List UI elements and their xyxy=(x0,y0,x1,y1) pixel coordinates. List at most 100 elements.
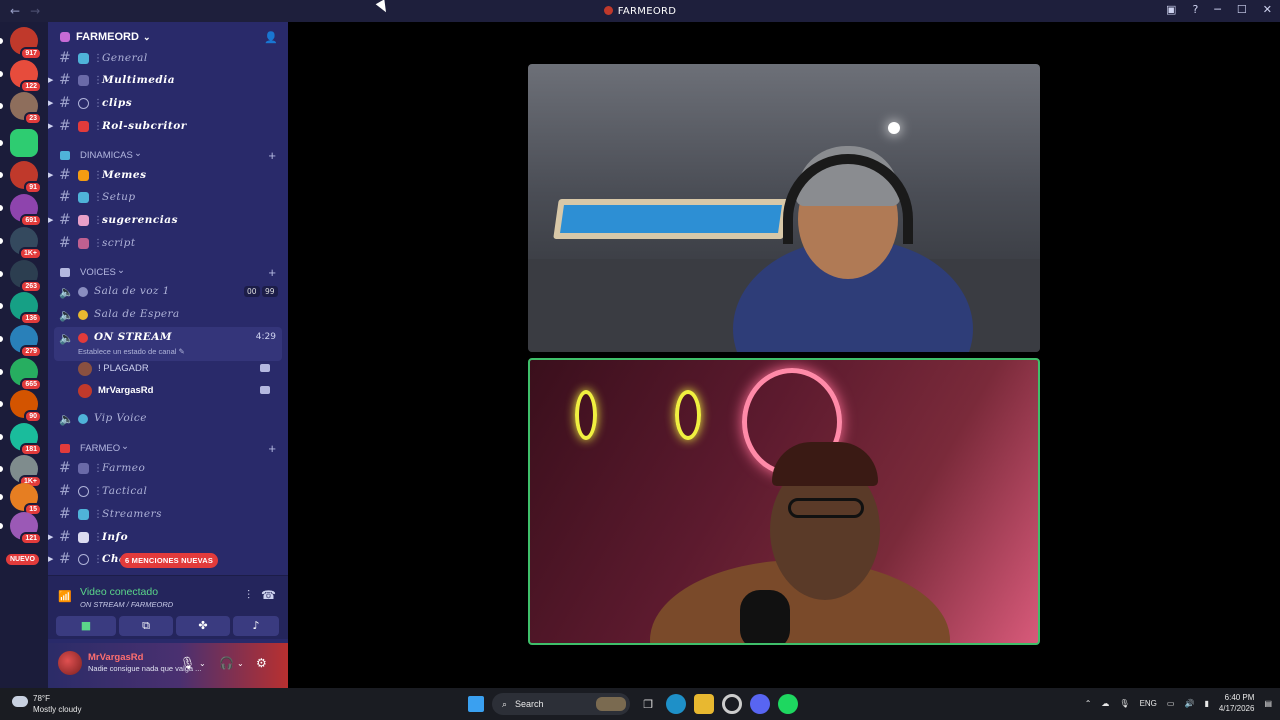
language-indicator[interactable]: ENG xyxy=(1140,699,1157,708)
channel-status-prompt[interactable]: Establece un estado de canal ✎ xyxy=(78,347,185,356)
voice-status-channel[interactable]: ON STREAM / FARMEORD xyxy=(80,600,173,609)
battery-icon[interactable]: ▮ xyxy=(1204,699,1208,708)
hashtag-icon: # xyxy=(59,460,71,476)
channel-clips[interactable]: ▶ # ⋮ clips xyxy=(48,92,288,114)
minimize-icon[interactable]: ─ xyxy=(1214,3,1221,16)
hashtag-icon: # xyxy=(59,189,71,205)
guild-icon[interactable]: 122 xyxy=(10,60,42,93)
add-channel-icon[interactable]: + xyxy=(268,148,276,163)
guild-icon[interactable]: 15 xyxy=(10,483,42,516)
windows-start-icon[interactable] xyxy=(468,696,484,712)
unread-pill xyxy=(0,172,3,178)
chevron-up-icon[interactable]: ⌃ xyxy=(1085,699,1092,708)
channel-tactical[interactable]: # ⋮ Tactical xyxy=(48,480,288,502)
volume-icon[interactable]: 🔊 xyxy=(1184,699,1194,708)
guild-icon[interactable]: 91 xyxy=(10,161,42,194)
channel-script[interactable]: # ⋮ script xyxy=(48,232,288,254)
speaker-icon: 🔈 xyxy=(59,308,74,322)
title-bar: ← → FARMEORD ▣ ? ─ ☐ ✕ xyxy=(0,0,1280,22)
guild-icon[interactable]: 279 xyxy=(10,325,42,358)
soundboard-icon: ♪ xyxy=(252,619,260,632)
add-channel-icon[interactable]: + xyxy=(268,441,276,456)
channel-name: General xyxy=(102,52,148,64)
guild-icon[interactable]: 23 xyxy=(10,92,42,125)
unread-pill xyxy=(0,466,3,472)
guild-icon[interactable]: 136 xyxy=(10,292,42,325)
channel-farmeo[interactable]: # ⋮ Farmeo xyxy=(48,457,288,479)
spotify-icon[interactable] xyxy=(778,694,798,714)
channel-general[interactable]: # ⋮ General xyxy=(48,47,288,69)
cloud-icon[interactable] xyxy=(12,696,28,707)
edge-browser-icon[interactable] xyxy=(666,694,686,714)
screen-share-button[interactable]: ⧉ xyxy=(119,616,173,636)
video-tile-speaking[interactable] xyxy=(528,358,1040,645)
chevron-down-icon: ⌄ xyxy=(142,31,151,42)
channel-info[interactable]: ▶ # ⋮ Info xyxy=(48,526,288,548)
notifications-icon[interactable]: ▤ xyxy=(1264,699,1272,708)
weather-widget[interactable]: 78°F Mostly cloudy xyxy=(33,693,81,715)
guild-icon[interactable]: 1K+ xyxy=(10,227,42,260)
avatar[interactable] xyxy=(58,651,82,675)
maximize-icon[interactable]: ☐ xyxy=(1237,3,1247,16)
guild-icon[interactable]: 90 xyxy=(10,390,42,423)
microphone-icon[interactable]: 🎙 xyxy=(1119,699,1129,708)
new-mentions-button[interactable]: 6 MENCIONES NUEVAS xyxy=(120,553,219,568)
settings-gear-icon[interactable]: ⚙ xyxy=(256,656,267,670)
close-icon[interactable]: ✕ xyxy=(1263,3,1272,16)
voice-member[interactable]: ! PLAGADR xyxy=(78,360,278,380)
search-input[interactable]: ⌕ Search xyxy=(492,693,630,715)
voice-channel[interactable]: 🔈 Sala de voz 1 00 99 xyxy=(48,281,288,303)
add-channel-icon[interactable]: + xyxy=(268,265,276,280)
voice-emoji-icon xyxy=(78,414,88,424)
voice-channel[interactable]: 🔈 ON STREAM 4:29 xyxy=(48,327,288,349)
channel-sugerencias[interactable]: ▶ # ⋮ sugerencias xyxy=(48,209,288,231)
guild-icon[interactable]: 691 xyxy=(10,194,42,227)
chevron-down-icon[interactable]: ⌄ xyxy=(237,659,244,668)
voice-member[interactable]: MrVargasRd xyxy=(78,382,278,402)
voice-channel[interactable]: 🔈 Vip Voice xyxy=(48,408,288,430)
speaker-icon: 🔈 xyxy=(59,285,74,299)
channel-name: Memes xyxy=(102,169,147,181)
chevron-down-icon[interactable]: ⌄ xyxy=(199,659,206,668)
onedrive-icon[interactable]: ☁ xyxy=(1101,699,1109,708)
username: MrVargasRd xyxy=(88,652,144,663)
disconnect-icon[interactable]: ☎ xyxy=(261,588,276,602)
mention-badge: 691 xyxy=(20,214,42,227)
channel-streamers[interactable]: # ⋮ Streamers xyxy=(48,503,288,525)
guild-icon[interactable]: 263 xyxy=(10,260,42,293)
clock[interactable]: 6:40 PM 4/17/2026 xyxy=(1219,692,1255,714)
unread-pill xyxy=(0,238,3,244)
activities-button[interactable]: ✤ xyxy=(176,616,230,636)
guild-icon[interactable]: 665 xyxy=(10,358,42,391)
signal-icon[interactable]: 📶 xyxy=(58,590,72,603)
guild-icon[interactable]: 917 xyxy=(10,27,42,60)
headphones-icon[interactable]: 🎧 xyxy=(219,656,234,670)
add-member-icon[interactable]: 👤 xyxy=(264,31,278,44)
camera-button[interactable]: ■ xyxy=(56,616,116,636)
chrome-icon[interactable] xyxy=(722,694,742,714)
video-tile-participant[interactable] xyxy=(528,64,1040,352)
guild-icon[interactable]: 121 xyxy=(10,512,42,545)
help-icon[interactable]: ? xyxy=(1192,3,1198,16)
guild-icon[interactable] xyxy=(10,129,38,157)
channel-setup[interactable]: # ⋮ Setup xyxy=(48,186,288,208)
channel-multimedia[interactable]: ▶ # ⋮ Multimedia xyxy=(48,69,288,91)
clock-time: 6:40 PM xyxy=(1224,693,1255,702)
speaker-icon: 🔈 xyxy=(59,331,74,345)
voice-channel[interactable]: 🔈 Sala de Espera xyxy=(48,304,288,326)
chevron-down-icon: ⌄ xyxy=(134,148,142,159)
noise-suppression-icon[interactable]: ⫶ xyxy=(247,588,250,603)
camera-icon: ■ xyxy=(80,619,92,632)
network-icon[interactable]: ▭ xyxy=(1167,699,1175,708)
file-explorer-icon[interactable] xyxy=(694,694,714,714)
new-guilds-badge[interactable]: NUEVO xyxy=(6,554,39,565)
guild-icon[interactable]: 181 xyxy=(10,423,42,456)
task-view-icon[interactable]: ❐ xyxy=(638,694,658,714)
channel-rol-subcritor[interactable]: ▶ # ⋮ Rol-subcritor xyxy=(48,115,288,137)
soundboard-button[interactable]: ♪ xyxy=(233,616,279,636)
channel-memes[interactable]: ▶ # ⋮ Memes xyxy=(48,164,288,186)
screen-share-icon[interactable]: ▣ xyxy=(1166,3,1176,16)
discord-icon[interactable] xyxy=(750,694,770,714)
microphone-icon[interactable]: 🎙 xyxy=(180,656,195,670)
guild-icon[interactable]: 1K+ xyxy=(10,455,42,488)
